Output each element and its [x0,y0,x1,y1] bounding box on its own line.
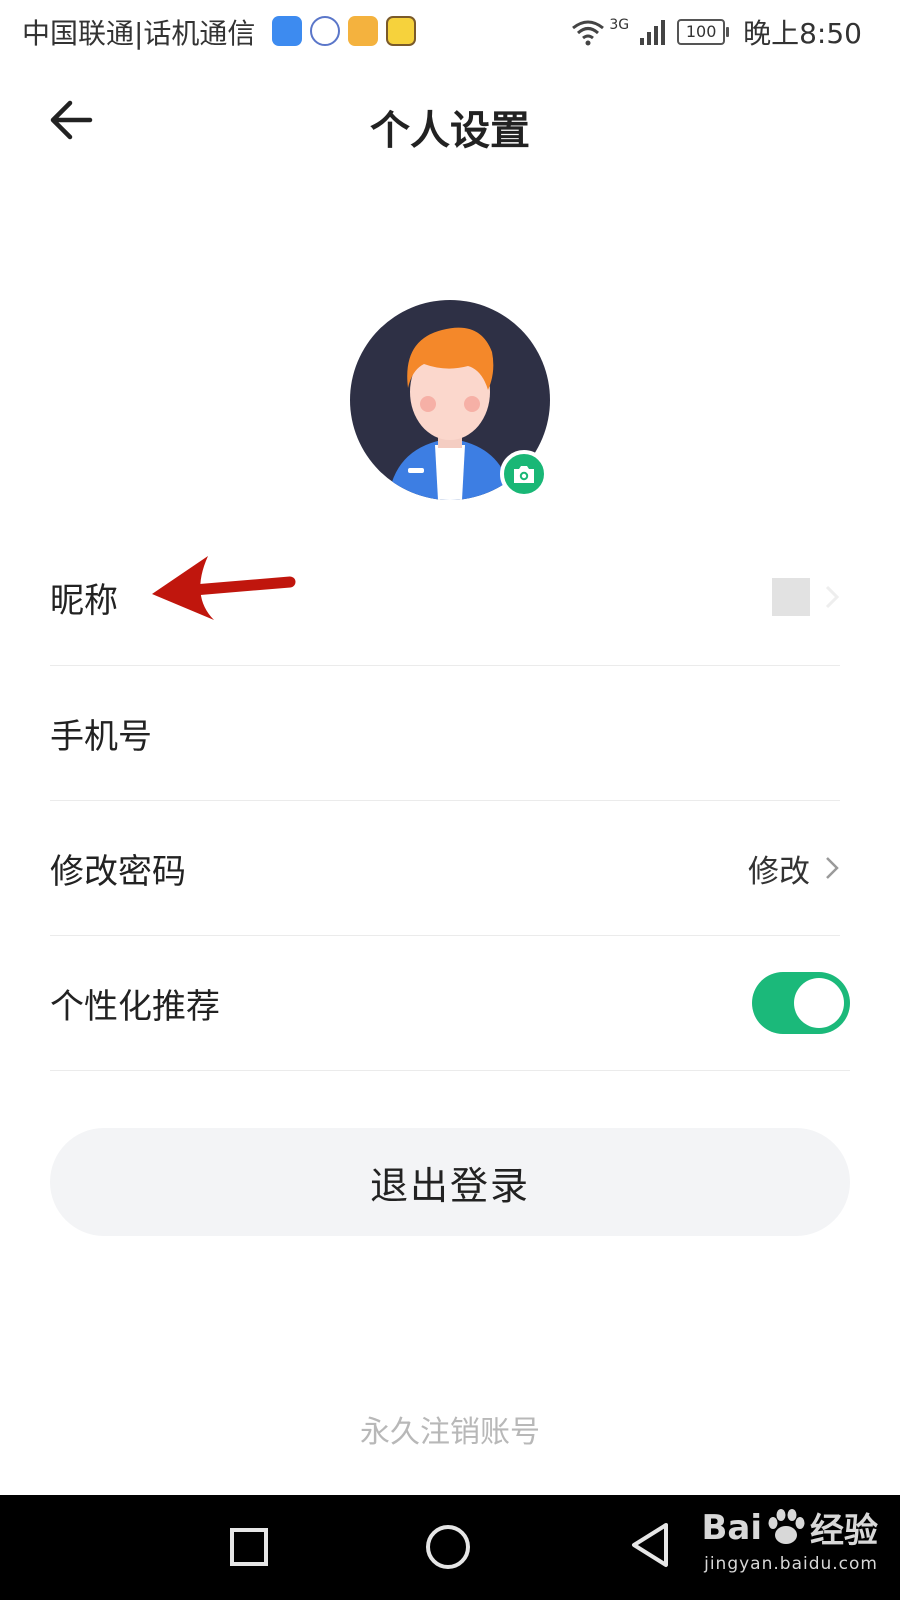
system-nav-bar: Bai 经验 jingyan.baidu.com [0,1495,900,1600]
logout-button[interactable]: 退出登录 [50,1128,850,1236]
personalized-recommend-toggle[interactable] [752,972,850,1034]
nickname-value-placeholder [772,578,810,616]
package-app-icon [348,16,378,46]
status-bar: 中国联通|话机通信 3G 100 晚上8:50 [0,0,900,62]
network-type: 3G [609,17,630,33]
edit-label: 修改 [748,853,810,890]
dictionary-app-icon [386,16,416,46]
recent-apps-button[interactable] [230,1528,268,1566]
rocket-app-icon [310,16,340,46]
paw-icon [768,1508,805,1544]
carrier-label: 中国联通|话机通信 [22,17,256,50]
change-password-row[interactable]: 修改密码 修改 [50,801,840,935]
camera-icon [514,466,534,483]
wifi-icon [572,20,605,46]
phone-label: 手机号 [50,716,152,757]
personalized-recommend-row: 个性化推荐 [50,936,850,1070]
divider [50,1070,850,1071]
watermark-brand: Bai [701,1507,762,1548]
signal-icon [640,20,666,45]
baidu-jingyan-watermark: Bai 经验 jingyan.baidu.com [701,1503,878,1575]
nickname-label: 昵称 [50,580,118,621]
bulb-app-icon [272,16,302,46]
phone-row[interactable]: 手机号 [50,666,840,800]
battery-icon: 100 [677,19,730,45]
delete-account-link[interactable]: 永久注销账号 [0,1407,900,1451]
nav-back-button[interactable] [630,1521,672,1569]
chevron-right-icon [826,857,839,879]
change-avatar-button[interactable] [500,450,548,498]
chevron-right-icon [825,585,840,609]
annotation-arrow [152,556,296,620]
watermark-brand-suffix: 经验 [810,1511,878,1551]
home-button[interactable] [426,1525,470,1569]
change-password-action[interactable]: 修改 [748,801,840,935]
nickname-value [772,530,840,664]
personalized-recommend-label: 个性化推荐 [50,986,220,1027]
page-title: 个人设置 [370,108,530,154]
status-indicators: 3G 100 晚上8:50 [571,12,862,52]
watermark-url: jingyan.baidu.com [704,1554,878,1574]
notification-icons [272,16,416,46]
change-password-label: 修改密码 [50,851,186,892]
clock: 晚上8:50 [743,17,862,50]
toggle-knob [794,978,844,1028]
